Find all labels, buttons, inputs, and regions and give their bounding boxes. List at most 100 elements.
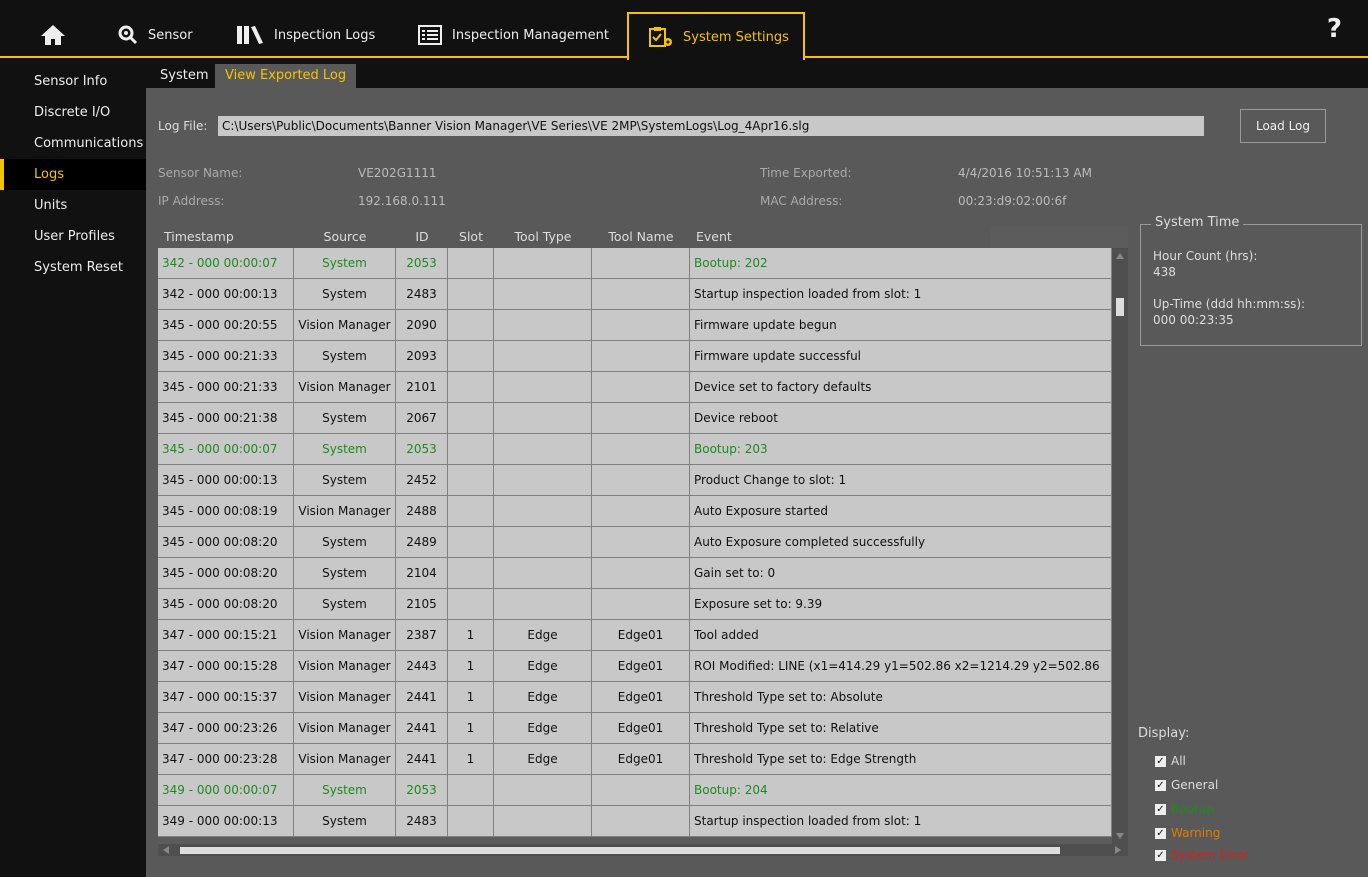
scroll-right-icon[interactable] — [1114, 846, 1122, 854]
tab-view-exported-log[interactable]: View Exported Log — [215, 64, 357, 88]
table-row[interactable]: 345 - 000 00:21:33 System 2093 Firmware upd… — [158, 341, 1112, 372]
table-row[interactable]: 347 - 000 00:15:28 Vision Manager 2443 1 Edg… — [158, 651, 1112, 682]
inspection-logs-tab[interactable]: Inspection Logs — [236, 12, 375, 58]
table-cell: Gain set to: 0 — [690, 558, 1112, 589]
table-row[interactable]: 347 - 000 00:15:21 Vision Manager 2387 1 Edg… — [158, 620, 1112, 651]
table-row[interactable]: 342 - 000 00:00:13 System 2483 Startup insp… — [158, 279, 1112, 310]
table-cell: 2104 — [396, 558, 448, 589]
display-filter-bootup[interactable]: ✓ Bootup — [1155, 802, 1214, 816]
scroll-up-icon[interactable] — [1116, 252, 1124, 260]
table-cell — [448, 496, 494, 527]
vertical-scroll-thumb[interactable] — [1116, 298, 1124, 316]
column-header-tool-name[interactable]: Tool Name — [592, 226, 690, 248]
scroll-down-icon[interactable] — [1116, 832, 1124, 840]
table-row[interactable]: 345 - 000 00:21:38 System 2067 Device reboo… — [158, 403, 1112, 434]
sensor-tab[interactable]: Sensor — [118, 12, 193, 58]
table-cell: Vision Manager — [294, 744, 396, 775]
column-header-slot[interactable]: Slot — [448, 226, 494, 248]
home-tab[interactable] — [40, 12, 66, 58]
column-header-event[interactable]: Event — [690, 226, 990, 248]
table-cell: Edge — [494, 744, 592, 775]
table-row[interactable]: 347 - 000 00:23:26 Vision Manager 2441 1 Edg… — [158, 713, 1112, 744]
table-row[interactable]: 345 - 000 00:08:20 System 2104 Gain set to:… — [158, 558, 1112, 589]
table-row[interactable]: 345 - 000 00:08:19 Vision Manager 2488 Auto… — [158, 496, 1112, 527]
table-row[interactable]: 345 - 000 00:08:20 System 2489 Auto Exposur… — [158, 527, 1112, 558]
tab-system[interactable]: System — [150, 64, 218, 88]
system-settings-tab[interactable]: System Settings — [627, 12, 805, 60]
sidebar-item-units[interactable]: Units — [0, 190, 146, 221]
load-log-button[interactable]: Load Log — [1240, 109, 1326, 143]
table-cell: 1 — [448, 744, 494, 775]
table-row[interactable]: 345 - 000 00:08:20 System 2105 Exposure set… — [158, 589, 1112, 620]
table-cell — [592, 434, 690, 465]
table-cell: System — [294, 806, 396, 837]
display-filter-general[interactable]: ✓ General — [1155, 778, 1218, 792]
table-row[interactable]: 345 - 000 00:21:33 Vision Manager 2101 Devi… — [158, 372, 1112, 403]
log-file-path-field[interactable] — [218, 116, 1204, 136]
table-cell: 2090 — [396, 310, 448, 341]
vertical-scrollbar[interactable] — [1112, 248, 1128, 844]
system-settings-icon — [649, 27, 672, 47]
table-cell: 347 - 000 00:15:28 — [158, 651, 294, 682]
table-cell — [448, 434, 494, 465]
table-cell: Edge01 — [592, 713, 690, 744]
table-row[interactable]: 342 - 000 00:00:07 System 2053 Bootup: 202 — [158, 248, 1112, 279]
table-cell — [592, 279, 690, 310]
table-cell: System — [294, 589, 396, 620]
table-cell — [592, 496, 690, 527]
horizontal-scrollbar[interactable] — [158, 844, 1128, 856]
inspection-logs-icon — [237, 26, 263, 44]
checkbox-checked-icon[interactable]: ✓ — [1155, 779, 1166, 791]
horizontal-scroll-thumb[interactable] — [180, 847, 1060, 854]
table-cell: System — [294, 279, 396, 310]
table-cell: Auto Exposure started — [690, 496, 1112, 527]
sidebar-item-logs[interactable]: Logs — [0, 159, 146, 190]
display-filter-system-error[interactable]: ✓ System Error — [1155, 848, 1249, 862]
table-cell: 349 - 000 00:00:07 — [158, 775, 294, 806]
mac-address-value: 00:23:d9:02:00:6f — [958, 194, 1067, 208]
help-icon[interactable]: ? — [1327, 14, 1342, 44]
table-cell: 345 - 000 00:08:20 — [158, 558, 294, 589]
table-cell: 2067 — [396, 403, 448, 434]
table-cell: Bootup: 202 — [690, 248, 1112, 279]
checkbox-checked-icon[interactable]: ✓ — [1155, 803, 1166, 815]
table-row[interactable]: 345 - 000 00:00:13 System 2452 Product Chan… — [158, 465, 1112, 496]
column-header-timestamp[interactable]: Timestamp — [158, 226, 294, 248]
inspection-management-tab[interactable]: Inspection Management — [418, 12, 609, 58]
sidebar-item-sensor-info[interactable]: Sensor Info — [0, 66, 146, 97]
table-cell: 342 - 000 00:00:13 — [158, 279, 294, 310]
table-row[interactable]: 345 - 000 00:20:55 Vision Manager 2090 Firm… — [158, 310, 1112, 341]
checkbox-checked-icon[interactable]: ✓ — [1155, 827, 1166, 839]
table-cell: Vision Manager — [294, 496, 396, 527]
table-cell: Vision Manager — [294, 620, 396, 651]
table-row[interactable]: 347 - 000 00:23:28 Vision Manager 2441 1 Edg… — [158, 744, 1112, 775]
sidebar-item-communications[interactable]: Communications — [0, 128, 146, 159]
table-cell: Exposure set to: 9.39 — [690, 589, 1112, 620]
table-cell — [494, 279, 592, 310]
checkbox-checked-icon[interactable]: ✓ — [1155, 849, 1166, 861]
table-cell — [592, 248, 690, 279]
table-cell — [494, 558, 592, 589]
table-row[interactable]: 345 - 000 00:00:07 System 2053 Bootup: 203 — [158, 434, 1112, 465]
checkbox-checked-icon[interactable]: ✓ — [1155, 755, 1166, 767]
column-header-source[interactable]: Source — [294, 226, 396, 248]
time-exported-label: Time Exported: — [760, 166, 852, 180]
column-header-id[interactable]: ID — [396, 226, 448, 248]
table-cell: System — [294, 465, 396, 496]
table-row[interactable]: 349 - 000 00:00:13 System 2483 Startup insp… — [158, 806, 1112, 837]
sidebar-item-user-profiles[interactable]: User Profiles — [0, 221, 146, 252]
table-cell: Firmware update successful — [690, 341, 1112, 372]
scroll-left-icon[interactable] — [162, 846, 170, 854]
table-row[interactable]: 349 - 000 00:00:07 System 2053 Bootup: 204 — [158, 775, 1112, 806]
table-cell: Product Change to slot: 1 — [690, 465, 1112, 496]
sidebar-item-system-reset[interactable]: System Reset — [0, 252, 146, 283]
display-filter-all[interactable]: ✓ All — [1155, 754, 1186, 768]
sidebar-item-discrete-io[interactable]: Discrete I/O — [0, 97, 146, 128]
column-header-tool-type[interactable]: Tool Type — [494, 226, 592, 248]
table-cell: 347 - 000 00:15:21 — [158, 620, 294, 651]
table-cell: Edge01 — [592, 620, 690, 651]
table-cell: 2489 — [396, 527, 448, 558]
table-cell: 347 - 000 00:15:37 — [158, 682, 294, 713]
display-filter-warning[interactable]: ✓ Warning — [1155, 826, 1220, 840]
table-row[interactable]: 347 - 000 00:15:37 Vision Manager 2441 1 Edg… — [158, 682, 1112, 713]
